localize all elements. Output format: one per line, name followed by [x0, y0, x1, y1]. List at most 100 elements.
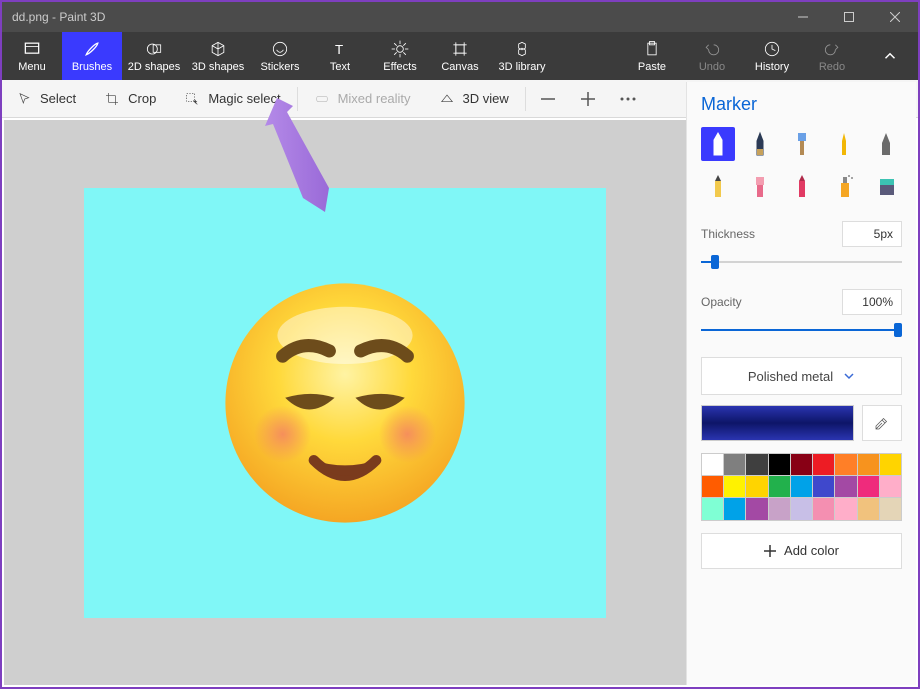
brush-eraser[interactable] — [743, 169, 777, 203]
palette-color[interactable] — [702, 498, 723, 519]
brush-marker[interactable] — [701, 127, 735, 161]
redo-button[interactable]: Redo — [802, 32, 862, 80]
palette-color[interactable] — [724, 498, 745, 519]
thickness-row: Thickness 5px — [701, 221, 902, 247]
crop-tool[interactable]: Crop — [90, 80, 170, 117]
brushes-tab[interactable]: Brushes — [62, 32, 122, 80]
opacity-slider[interactable] — [701, 321, 902, 339]
palette-color[interactable] — [746, 454, 767, 475]
2d-shapes-label: 2D shapes — [128, 61, 181, 73]
zoom-in-button[interactable] — [568, 80, 608, 117]
palette-color[interactable] — [724, 454, 745, 475]
menu-button[interactable]: Menu — [2, 32, 62, 80]
add-color-label: Add color — [784, 543, 839, 558]
add-color-button[interactable]: Add color — [701, 533, 902, 569]
collapse-panel-button[interactable] — [862, 32, 918, 80]
titlebar: dd.png - Paint 3D — [2, 2, 918, 32]
chevron-down-icon — [843, 370, 855, 382]
close-button[interactable] — [872, 2, 918, 32]
current-color-swatch[interactable] — [701, 405, 854, 441]
canvas-tab[interactable]: Canvas — [430, 32, 490, 80]
palette-color[interactable] — [880, 454, 901, 475]
3d-view-label: 3D view — [463, 91, 509, 106]
effects-tab[interactable]: Effects — [370, 32, 430, 80]
select-tool[interactable]: Select — [2, 80, 90, 117]
workspace — [4, 120, 686, 685]
brush-spray[interactable] — [827, 169, 861, 203]
stickers-tab[interactable]: Stickers — [250, 32, 310, 80]
palette-color[interactable] — [858, 454, 879, 475]
svg-text:T: T — [335, 42, 343, 57]
palette-color[interactable] — [813, 476, 834, 497]
palette-color[interactable] — [746, 476, 767, 497]
palette-color[interactable] — [880, 498, 901, 519]
3d-view-tool[interactable]: 3D view — [425, 80, 523, 117]
color-palette — [701, 453, 902, 521]
paste-button[interactable]: Paste — [622, 32, 682, 80]
palette-color[interactable] — [813, 454, 834, 475]
effects-label: Effects — [383, 61, 416, 73]
palette-color[interactable] — [858, 476, 879, 497]
mixed-reality-tool: Mixed reality — [300, 80, 425, 117]
canvas-image — [215, 273, 475, 533]
palette-color[interactable] — [835, 498, 856, 519]
brush-pencil[interactable] — [701, 169, 735, 203]
text-tab[interactable]: T Text — [310, 32, 370, 80]
magic-select-label: Magic select — [208, 91, 280, 106]
palette-color[interactable] — [769, 498, 790, 519]
palette-color[interactable] — [769, 476, 790, 497]
undo-button[interactable]: Undo — [682, 32, 742, 80]
palette-color[interactable] — [791, 476, 812, 497]
3d-library-tab[interactable]: 3D library — [490, 32, 554, 80]
eyedropper-button[interactable] — [862, 405, 902, 441]
brush-pixel[interactable] — [869, 127, 903, 161]
menu-label: Menu — [18, 61, 46, 73]
palette-color[interactable] — [746, 498, 767, 519]
3d-shapes-label: 3D shapes — [192, 61, 245, 73]
text-label: Text — [330, 61, 350, 73]
palette-color[interactable] — [880, 476, 901, 497]
history-label: History — [755, 61, 789, 73]
palette-color[interactable] — [791, 454, 812, 475]
palette-color[interactable] — [702, 476, 723, 497]
palette-color[interactable] — [813, 498, 834, 519]
brush-crayon[interactable] — [785, 169, 819, 203]
palette-color[interactable] — [835, 454, 856, 475]
crop-label: Crop — [128, 91, 156, 106]
palette-color[interactable] — [724, 476, 745, 497]
brush-oil[interactable] — [785, 127, 819, 161]
material-label: Polished metal — [748, 369, 833, 384]
separator — [297, 87, 298, 111]
3d-shapes-tab[interactable]: 3D shapes — [186, 32, 250, 80]
palette-color[interactable] — [791, 498, 812, 519]
brush-fill[interactable] — [869, 169, 903, 203]
brush-watercolor[interactable] — [827, 127, 861, 161]
redo-label: Redo — [819, 61, 845, 73]
palette-color[interactable] — [769, 454, 790, 475]
mixed-reality-label: Mixed reality — [338, 91, 411, 106]
ribbon: Menu Brushes 2D shapes 3D shapes Sticker… — [2, 32, 918, 80]
palette-color[interactable] — [835, 476, 856, 497]
thickness-slider[interactable] — [701, 253, 902, 271]
maximize-button[interactable] — [826, 2, 872, 32]
side-panel: Marker Thickness 5px Opacity 100% Polish… — [686, 82, 916, 685]
palette-color[interactable] — [858, 498, 879, 519]
palette-color[interactable] — [702, 454, 723, 475]
window-title: dd.png - Paint 3D — [12, 10, 105, 24]
opacity-input[interactable]: 100% — [842, 289, 902, 315]
more-button[interactable] — [608, 80, 648, 117]
magic-select-tool[interactable]: Magic select — [170, 80, 294, 117]
2d-shapes-tab[interactable]: 2D shapes — [122, 32, 186, 80]
thickness-input[interactable]: 5px — [842, 221, 902, 247]
minimize-button[interactable] — [780, 2, 826, 32]
panel-title: Marker — [701, 94, 902, 115]
brush-grid — [701, 127, 902, 203]
canvas-label: Canvas — [441, 61, 478, 73]
history-button[interactable]: History — [742, 32, 802, 80]
select-label: Select — [40, 91, 76, 106]
brush-calligraphy[interactable] — [743, 127, 777, 161]
material-dropdown[interactable]: Polished metal — [701, 357, 902, 395]
3d-library-label: 3D library — [498, 61, 545, 73]
zoom-out-button[interactable] — [528, 80, 568, 117]
canvas[interactable] — [84, 188, 606, 618]
